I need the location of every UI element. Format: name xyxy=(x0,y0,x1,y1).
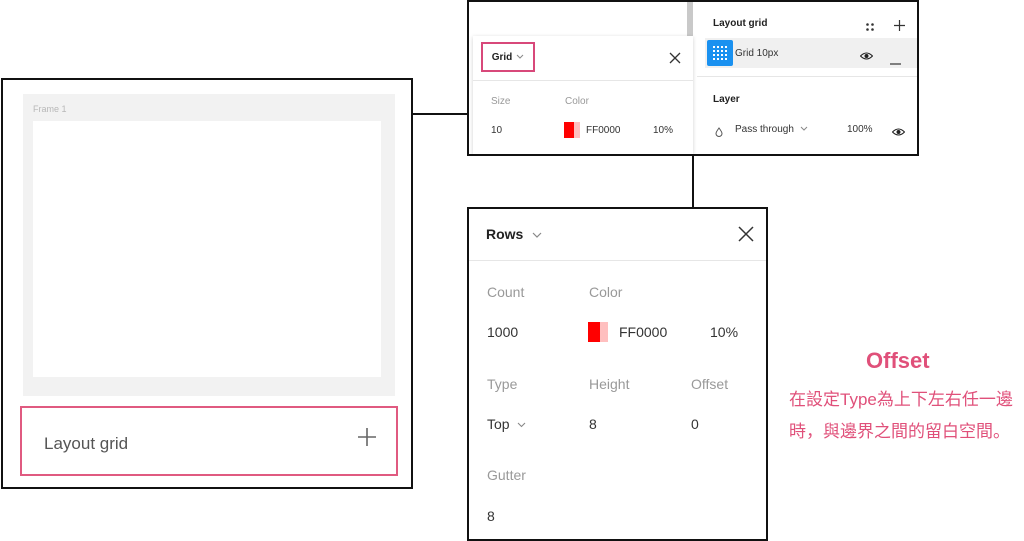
color-swatch[interactable] xyxy=(588,322,608,342)
drag-dots-icon[interactable] xyxy=(865,19,875,37)
connector-line xyxy=(692,155,694,208)
color-hex-value[interactable]: FF0000 xyxy=(586,125,620,136)
size-label: Size xyxy=(491,96,511,107)
offset-value[interactable]: 0 xyxy=(691,416,699,432)
minus-icon[interactable] xyxy=(890,52,901,70)
close-icon[interactable] xyxy=(738,226,754,247)
opacity-value[interactable]: 10% xyxy=(653,125,673,136)
frame-canvas[interactable] xyxy=(33,121,381,377)
height-label: Height xyxy=(589,376,630,392)
properties-panel: Layout grid Grid 10px Layer Pass through… xyxy=(697,2,917,154)
rows-type-label: Rows xyxy=(486,226,524,242)
count-value[interactable]: 1000 xyxy=(487,324,518,340)
eye-icon[interactable] xyxy=(859,48,874,66)
size-value[interactable]: 10 xyxy=(491,125,502,136)
frame-area[interactable]: Frame 1 xyxy=(23,94,395,396)
grid-type-dropdown[interactable]: Grid xyxy=(481,42,535,72)
chevron-down-icon xyxy=(516,54,524,59)
blend-mode-label: Pass through xyxy=(735,124,794,135)
eye-icon[interactable] xyxy=(891,124,906,142)
color-hex-value[interactable]: FF0000 xyxy=(619,324,667,340)
divider xyxy=(473,80,693,81)
color-label: Color xyxy=(565,96,589,107)
layout-grid-title: Layout grid xyxy=(713,18,768,29)
type-value: Top xyxy=(487,416,510,432)
color-swatch[interactable] xyxy=(564,121,580,139)
layer-title: Layer xyxy=(713,94,740,105)
plus-icon[interactable] xyxy=(894,18,905,36)
layout-grid-section: Layout grid xyxy=(20,406,398,476)
grid-settings-screenshot: Grid Size Color 10 FF0000 10% Layout gri… xyxy=(467,0,919,156)
blend-mode-dropdown[interactable]: Pass through xyxy=(735,124,808,135)
offset-label: Offset xyxy=(691,376,729,392)
height-value[interactable]: 8 xyxy=(589,416,597,432)
color-label: Color xyxy=(589,284,623,300)
grid-popup: Grid Size Color 10 FF0000 10% xyxy=(473,36,693,154)
count-label: Count xyxy=(487,284,525,300)
gutter-value[interactable]: 8 xyxy=(487,508,495,524)
chevron-down-icon xyxy=(518,422,526,428)
frame-panel: Frame 1 Layout grid xyxy=(1,78,413,489)
layout-grid-item[interactable]: Grid 10px xyxy=(705,38,917,70)
layer-opacity[interactable]: 100% xyxy=(847,124,873,135)
frame-label[interactable]: Frame 1 xyxy=(33,104,67,114)
grid-icon[interactable] xyxy=(707,40,733,66)
chevron-down-icon xyxy=(800,126,808,131)
grid-type-label: Grid xyxy=(491,51,513,63)
chevron-down-icon xyxy=(532,232,542,238)
opacity-value[interactable]: 10% xyxy=(710,324,738,340)
gutter-label: Gutter xyxy=(487,467,526,483)
close-icon[interactable] xyxy=(669,51,681,64)
grid-item-label: Grid 10px xyxy=(735,48,779,59)
annotation-body: 在設定Type為上下左右任一邊時，與邊界之間的留白空間。 xyxy=(789,390,1013,441)
rows-grid-popup: Rows Count Color 1000 FF0000 10% Type He… xyxy=(467,207,768,541)
annotation-title: Offset xyxy=(866,348,930,373)
rows-type-dropdown[interactable]: Rows xyxy=(486,226,542,242)
type-dropdown[interactable]: Top xyxy=(487,416,526,432)
divider xyxy=(697,76,917,77)
plus-icon[interactable] xyxy=(356,426,378,448)
divider xyxy=(469,260,766,261)
layout-grid-label: Layout grid xyxy=(44,434,129,453)
connector-line xyxy=(413,113,469,115)
type-label: Type xyxy=(487,376,518,392)
blend-drop-icon xyxy=(715,124,723,142)
